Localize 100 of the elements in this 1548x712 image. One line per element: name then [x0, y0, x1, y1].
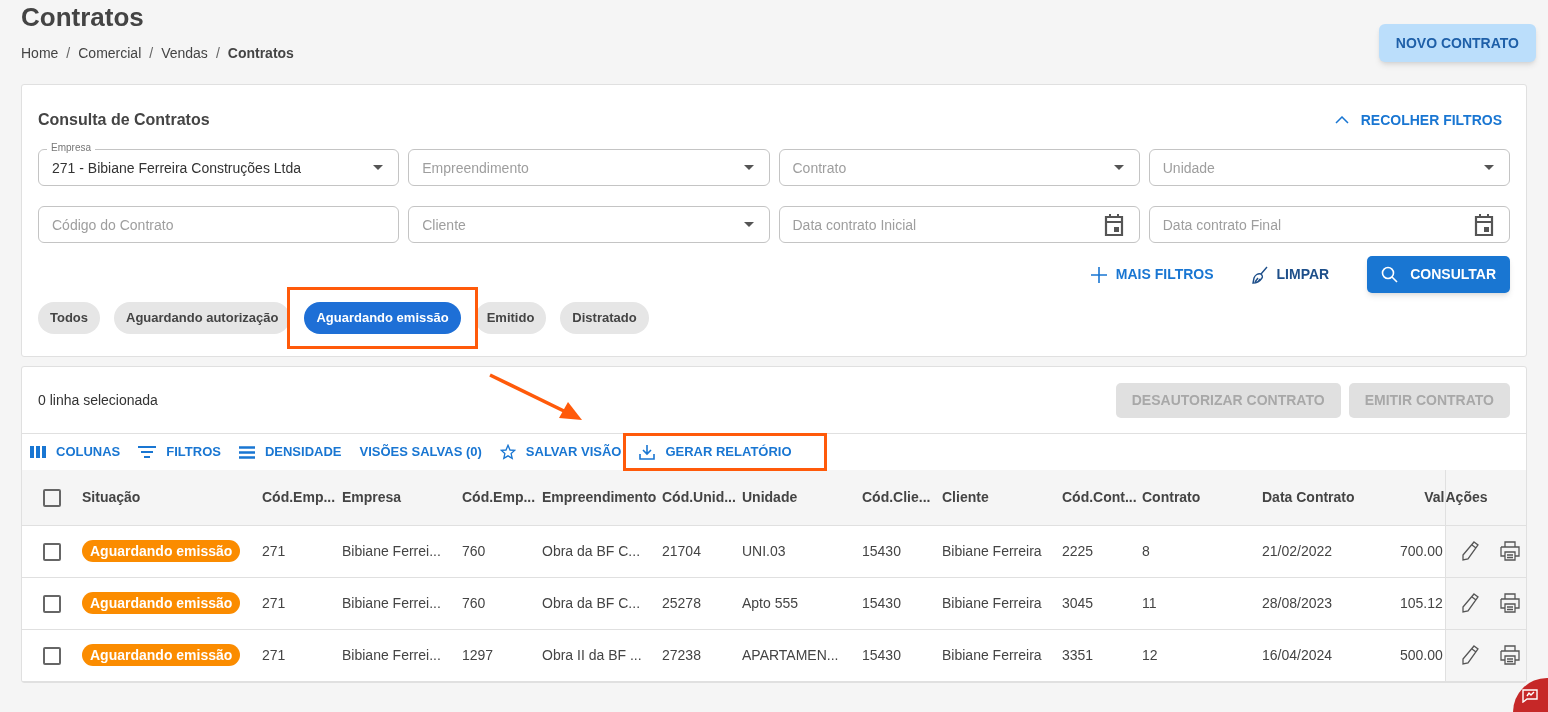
columns-icon: [30, 446, 46, 458]
table-cell: Bibiane Ferrei...: [342, 594, 441, 611]
column-header[interactable]: Data Contrato: [1262, 488, 1355, 505]
field-label: Empresa: [47, 141, 95, 155]
table-cell: Apto 555: [742, 594, 799, 611]
star-icon: [499, 444, 516, 460]
table-cell: Obra da BF C...: [542, 542, 641, 559]
column-header[interactable]: Cód.Emp...: [262, 488, 336, 505]
status-badge: Aguardando emissão: [82, 592, 241, 614]
row-checkbox[interactable]: [43, 646, 61, 665]
edit-icon[interactable]: [1460, 541, 1479, 561]
toolbar-button[interactable]: FILTROS: [138, 442, 221, 462]
table-cell: 105.12: [1400, 594, 1443, 611]
table-cell: 27238: [662, 646, 701, 663]
edit-icon[interactable]: [1460, 645, 1479, 665]
table-cell: 3045: [1062, 594, 1094, 611]
clear-button[interactable]: LIMPAR: [1251, 264, 1330, 285]
search-button[interactable]: CONSULTAR: [1367, 256, 1510, 293]
status-badge: Aguardando emissão: [82, 644, 241, 666]
toolbar-button[interactable]: GERAR RELATÓRIO: [639, 442, 792, 462]
column-header[interactable]: Cód.Cont...: [1062, 488, 1137, 505]
edit-icon[interactable]: [1460, 593, 1479, 613]
table-cell: 21704: [662, 542, 701, 559]
chevron-up-icon: [1334, 116, 1349, 124]
table-cell: Obra II da BF ...: [542, 646, 642, 663]
table-cell: 271: [262, 594, 286, 611]
table-cell: 12: [1142, 646, 1158, 663]
print-icon[interactable]: [1498, 541, 1521, 561]
table-cell: Bibiane Ferreira: [942, 542, 1042, 559]
breadcrumb-link[interactable]: Home: [21, 43, 59, 64]
date-field[interactable]: Data contrato Final: [1148, 206, 1510, 243]
table-cell: 21/02/2022: [1262, 542, 1333, 559]
calendar-icon[interactable]: [1474, 213, 1494, 236]
select-field[interactable]: Unidade: [1148, 149, 1510, 186]
print-icon[interactable]: [1498, 645, 1521, 665]
search-icon: [1381, 266, 1399, 283]
column-header[interactable]: Empreendimento: [542, 488, 657, 505]
table-cell: 700.00: [1400, 542, 1443, 559]
breadcrumb-link[interactable]: Comercial: [78, 43, 142, 64]
caret-icon: [743, 165, 754, 170]
select-field[interactable]: Contrato: [778, 149, 1140, 186]
toolbar-button[interactable]: SALVAR VISÃO: [499, 442, 622, 462]
column-header[interactable]: Empresa: [342, 488, 402, 505]
column-header[interactable]: Situação: [82, 488, 141, 505]
table-cell: 3351: [1062, 646, 1094, 663]
status-badge: Aguardando emissão: [82, 540, 241, 562]
collapse-filters-button[interactable]: RECOLHER FILTROS: [1334, 109, 1502, 131]
column-header[interactable]: Cód.Unid...: [662, 488, 736, 505]
input-field[interactable]: Código do Contrato: [38, 206, 400, 243]
caret-icon: [1113, 165, 1124, 170]
selection-count: 0 linha selecionada: [38, 390, 158, 410]
new-contract-button[interactable]: NOVO CONTRATO: [1378, 24, 1536, 62]
filter-icon: [138, 446, 157, 458]
plus-icon: [1090, 266, 1107, 283]
status-filter-chip[interactable]: Distratado: [560, 302, 649, 334]
table-cell: UNI.03: [742, 542, 786, 559]
table-cell: 1297: [462, 646, 494, 663]
row-checkbox[interactable]: [43, 594, 61, 613]
table-cell: Bibiane Ferrei...: [342, 646, 441, 663]
breadcrumb-separator: /: [149, 44, 154, 63]
status-filter-chip[interactable]: Todos: [38, 302, 101, 334]
print-icon[interactable]: [1498, 593, 1521, 613]
column-header[interactable]: Cód.Emp...: [462, 488, 536, 505]
breadcrumb-current: Contratos: [227, 44, 294, 63]
table-cell: 11: [1142, 594, 1157, 611]
filter-title: Consulta de Contratos: [38, 110, 210, 130]
feedback-button[interactable]: [1513, 678, 1548, 712]
status-filter-chip[interactable]: Aguardando emissão: [304, 302, 461, 334]
table-cell: 25278: [662, 594, 701, 611]
density-icon: [238, 445, 255, 459]
table-cell: Bibiane Ferrei...: [342, 542, 441, 559]
table-cell: 271: [262, 542, 286, 559]
row-checkbox[interactable]: [43, 489, 61, 508]
more-filters-button[interactable]: MAIS FILTROS: [1090, 264, 1214, 285]
table-cell: 500.00: [1400, 646, 1443, 663]
breadcrumb-link[interactable]: Vendas: [161, 43, 208, 64]
table-cell: 15430: [862, 542, 901, 559]
table-cell: 28/08/2023: [1262, 594, 1333, 611]
table-cell: 760: [462, 542, 486, 559]
select-field[interactable]: Cliente: [408, 206, 770, 243]
calendar-icon[interactable]: [1103, 213, 1124, 236]
column-header[interactable]: Val: [1424, 488, 1445, 505]
date-field[interactable]: Data contrato Inicial: [778, 206, 1140, 243]
column-header[interactable]: Contrato: [1142, 488, 1201, 505]
table-cell: 15430: [862, 594, 901, 611]
toolbar-button[interactable]: VISÕES SALVAS (0): [359, 442, 482, 462]
column-header[interactable]: Cód.Clie...: [862, 488, 931, 505]
column-header[interactable]: Unidade: [742, 488, 798, 505]
breadcrumb-separator: /: [215, 44, 220, 63]
toolbar-button[interactable]: COLUNAS: [30, 442, 121, 462]
table-cell: APARTAMEN...: [742, 646, 839, 663]
column-header[interactable]: Cliente: [942, 488, 989, 505]
row-checkbox[interactable]: [43, 542, 61, 561]
toolbar-button[interactable]: DENSIDADE: [238, 442, 342, 462]
table-cell: 16/04/2024: [1262, 646, 1333, 663]
select-field[interactable]: Empreendimento: [408, 149, 770, 186]
feedback-icon: [1522, 689, 1538, 703]
download-icon: [639, 444, 656, 460]
column-header[interactable]: Ações: [1446, 488, 1488, 505]
caret-icon: [373, 165, 384, 170]
